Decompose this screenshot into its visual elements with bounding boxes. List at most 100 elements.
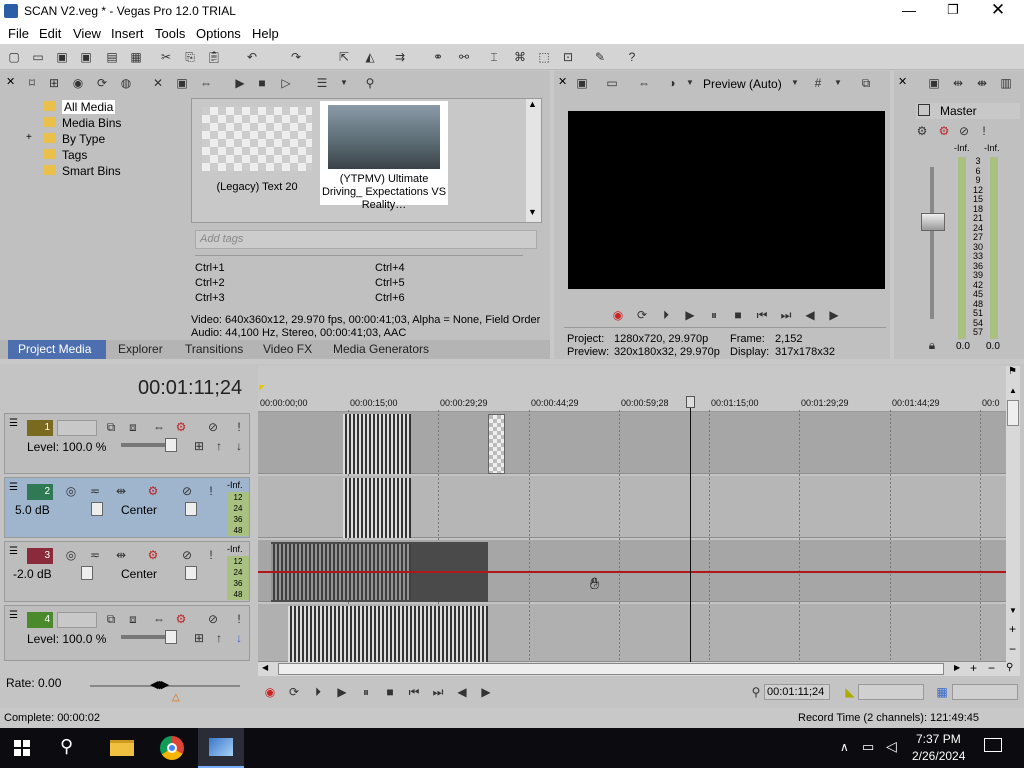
refresh-icon[interactable]: ⟳ <box>94 75 110 91</box>
selection-start-field[interactable] <box>858 684 924 700</box>
cursor-time-field[interactable]: 00:01:11;24 <box>764 684 830 700</box>
menu-edit[interactable]: Edit <box>39 26 61 41</box>
file-explorer-icon[interactable] <box>110 740 134 756</box>
close-icon[interactable]: ✕ <box>989 0 1007 20</box>
preview-quality-select[interactable]: Preview (Auto) <box>703 77 782 91</box>
playhead-handle[interactable] <box>686 396 695 408</box>
track-fx-icon[interactable]: ⚙ <box>145 547 161 563</box>
envelope-edit-icon[interactable]: ◭ <box>362 49 378 65</box>
pan-slider-thumb[interactable] <box>185 502 197 516</box>
go-to-start-icon[interactable]: ⏮ <box>754 307 770 323</box>
solo-icon[interactable]: ! <box>203 483 219 499</box>
menu-view[interactable]: View <box>73 26 101 41</box>
show-hidden-icons-icon[interactable]: ∧ <box>840 740 849 754</box>
capture-icon[interactable]: ⊞ <box>46 75 62 91</box>
track-fx-icon[interactable]: ⚙ <box>173 611 189 627</box>
move-down-icon[interactable]: ↓ <box>231 630 247 646</box>
move-up-icon[interactable]: ↑ <box>211 630 227 646</box>
go-to-start-icon[interactable]: ⏮ <box>406 684 422 700</box>
track-collapse-icon[interactable]: ☰ <box>9 610 18 621</box>
tab-explorer[interactable]: Explorer <box>118 342 163 356</box>
stop-icon[interactable]: ■ <box>730 307 746 323</box>
level-slider-thumb[interactable] <box>165 630 177 644</box>
next-frame-icon[interactable]: ▶ <box>826 307 842 323</box>
media-properties-icon[interactable]: ▣ <box>174 75 190 91</box>
auto-preview-icon[interactable]: ▷ <box>278 75 294 91</box>
zoom-out-icon[interactable]: − <box>1009 642 1016 656</box>
track-header-3[interactable]: ☰ 3 ◎ ≂ ⇹ ⚙ ⊘ ! -Inf. -2.0 dB Center 12 2… <box>4 541 250 602</box>
master-properties-icon[interactable]: ⚙ <box>914 123 930 139</box>
mute-icon[interactable]: ⊘ <box>205 611 221 627</box>
tab-media-generators[interactable]: Media Generators <box>333 342 429 356</box>
media-fx-icon[interactable]: ⇔ <box>198 75 214 91</box>
mute-icon[interactable]: ⊘ <box>179 547 195 563</box>
move-down-icon[interactable]: ↓ <box>231 438 247 454</box>
open-icon[interactable]: ▭ <box>30 49 46 65</box>
envelope-tool-icon[interactable]: ⌘ <box>512 49 528 65</box>
tab-video-fx[interactable]: Video FX <box>263 342 312 356</box>
start-icon[interactable] <box>14 740 30 756</box>
grid-dropdown-icon[interactable]: ▼ <box>830 75 846 91</box>
track-collapse-icon[interactable]: ☰ <box>9 546 18 557</box>
network-icon[interactable]: ▭ <box>862 739 874 755</box>
prev-frame-icon[interactable]: ◀ <box>454 684 470 700</box>
zoom-tool-h-icon[interactable]: ⚲ <box>1006 662 1013 673</box>
scroll-down-icon[interactable]: ▼ <box>528 207 537 217</box>
save-as-icon[interactable]: ▣ <box>78 49 94 65</box>
track-name-field[interactable] <box>57 420 97 436</box>
new-icon[interactable]: ▢ <box>6 49 22 65</box>
prev-frame-icon[interactable]: ◀ <box>802 307 818 323</box>
parent-mode-icon[interactable]: ⧈ <box>125 611 141 627</box>
volume-envelope[interactable] <box>258 571 1006 573</box>
track-header-1[interactable]: ☰ 1 ⧉ ⧈ ⇔ ⚙ ⊘ ! Level: 100.0 % ⊞ ↑ ↓ <box>4 413 250 474</box>
menu-options[interactable]: Options <box>196 26 241 41</box>
redo-icon[interactable]: ↷ <box>288 49 304 65</box>
views-dropdown-icon[interactable]: ▼ <box>336 75 352 91</box>
copy-snapshot-icon[interactable]: ⧉ <box>858 75 874 91</box>
track-name-field[interactable] <box>57 612 97 628</box>
track-fx-icon[interactable]: ⚙ <box>145 483 161 499</box>
tree-expander[interactable]: + <box>26 132 32 143</box>
pause-icon[interactable]: ⏸ <box>706 307 722 323</box>
move-up-icon[interactable]: ↑ <box>211 438 227 454</box>
stop-icon[interactable]: ■ <box>254 75 270 91</box>
pane-close-icon[interactable]: ✕ <box>558 75 567 88</box>
mute-icon[interactable]: ⊘ <box>179 483 195 499</box>
volume-slider-thumb[interactable] <box>81 566 93 580</box>
solo-icon[interactable]: ! <box>231 419 247 435</box>
record-icon[interactable]: ◉ <box>610 307 626 323</box>
overlay-dropdown-icon[interactable]: ▼ <box>682 75 698 91</box>
zoom-in-icon[interactable]: + <box>1009 622 1016 636</box>
crossfade-icon[interactable]: ⚭ <box>430 49 446 65</box>
video-clip[interactable] <box>288 606 488 662</box>
remove-icon[interactable]: ✕ <box>150 75 166 91</box>
copy-icon[interactable]: ⎘ <box>182 49 198 65</box>
audio-clip[interactable] <box>343 478 411 538</box>
play-from-start-icon[interactable]: ⏵ <box>658 307 674 323</box>
compositing-mode-icon[interactable]: ⧉ <box>103 611 119 627</box>
loop-icon[interactable]: ⟳ <box>634 307 650 323</box>
grid-icon[interactable]: # <box>810 75 826 91</box>
taskbar-time[interactable]: 7:37 PM <box>916 732 961 746</box>
scroll-thumb[interactable] <box>1007 400 1019 426</box>
search-icon[interactable]: ⚲ <box>60 736 82 758</box>
search-icon[interactable]: ⚲ <box>362 75 378 91</box>
make-compositing-child-icon[interactable]: ⊞ <box>191 630 207 646</box>
timeline-vscroll[interactable]: ⚑ ▲ ▼ + − <box>1006 366 1020 662</box>
scroll-up-icon[interactable]: ▲ <box>1009 386 1017 395</box>
selection-tool-icon[interactable]: ⬚ <box>536 49 552 65</box>
taskbar-date[interactable]: 2/26/2024 <box>912 749 965 763</box>
scroll-up-icon[interactable]: ▲ <box>528 99 537 109</box>
mixer-downmix-icon[interactable]: ⇹ <box>950 75 966 91</box>
bus-routing-icon[interactable]: ⇹ <box>113 547 129 563</box>
arm-record-icon[interactable]: ◎ <box>63 483 79 499</box>
invert-phase-icon[interactable]: ≂ <box>87 483 103 499</box>
whats-this-icon[interactable]: ? <box>624 49 640 65</box>
track-fx-icon[interactable]: ⚙ <box>173 419 189 435</box>
motion-icon[interactable]: ⇔ <box>151 419 167 435</box>
split-screen-icon[interactable]: ⇔ <box>636 75 652 91</box>
render-icon[interactable]: ▤ <box>104 49 120 65</box>
solo-icon[interactable]: ! <box>203 547 219 563</box>
external-monitor-icon[interactable]: ▭ <box>604 75 620 91</box>
parent-mode-icon[interactable]: ⧈ <box>125 419 141 435</box>
